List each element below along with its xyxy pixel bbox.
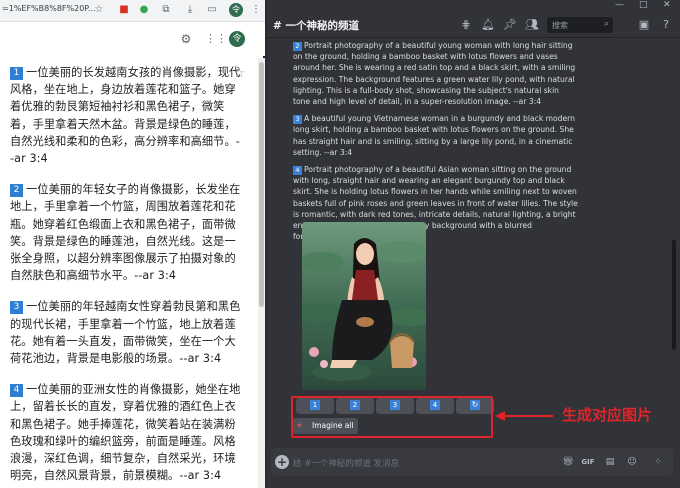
message-text: A beautiful young Vietnamese woman in a … (293, 114, 575, 157)
close-icon[interactable]: ✕ (663, 0, 671, 12)
annotation-arrow (495, 411, 553, 421)
help-icon[interactable]: ? (659, 18, 673, 32)
generated-image[interactable] (302, 222, 426, 390)
search-icon: ⌕ (603, 19, 609, 29)
emoji-icon[interactable]: ☺ (625, 455, 639, 469)
account-avatar[interactable]: 令 (229, 31, 245, 47)
prompt-text: 一位美丽的亚洲女性的肖像摄影，她坐在地上，留着长长的直发，穿着优雅的酒红色上衣和… (10, 383, 241, 483)
annotation-highlight-box (291, 396, 493, 438)
message-paragraph: 2 Portrait photography of a beautiful you… (293, 40, 578, 107)
prompt-item: 4 一位美丽的亚洲女性的肖像摄影，她坐在地上，留着长长的直发，穿着优雅的酒红色上衣… (10, 381, 244, 484)
screen: =1%EF%B8%8F%20P... ☆ ■ ● ⧉ ⤓ ▭ 令 ⋮ ⚙ ⋮⋮ … (0, 0, 680, 488)
sidepanel-icon[interactable]: ▭ (206, 4, 218, 16)
prompt-text: 一位美丽的长发越南女孩的肖像摄影，现代风格，坐在地上，身边放着莲花和篮子。她穿着… (10, 66, 241, 166)
message-composer[interactable]: + 给 #一个神秘的频道 发消息 🎁︎ GIF ▤ ☺ ⁘ (271, 448, 673, 476)
number-badge: 2 (293, 42, 302, 51)
menu-icon[interactable]: ⋮ (250, 4, 262, 16)
number-badge: 2 (10, 184, 23, 198)
extension-red-icon[interactable]: ■ (118, 4, 130, 16)
number-badge: 4 (10, 384, 23, 398)
prompt-item: 1 一位美丽的长发越南女孩的肖像摄影，现代风格，坐在地上，身边放着莲花和篮子。她穿… (10, 64, 244, 167)
message-scrollbar[interactable] (671, 40, 677, 440)
page-toolbar: ⚙ ⋮⋮ 令 (0, 22, 265, 56)
message-paragraph: 3A beautiful young Vietnamese woman in a… (293, 113, 578, 158)
puzzle-icon[interactable]: ⧉ (160, 4, 172, 16)
gif-icon[interactable]: GIF (581, 455, 595, 469)
prompt-text: 一位美丽的年轻女子的肖像摄影，长发坐在地上，手里拿着一个竹篮，周围放着莲花和花瓶… (10, 183, 241, 283)
star-icon[interactable]: ☆ (93, 4, 105, 16)
members-icon[interactable]: 👥︎ (525, 18, 539, 32)
prompt-text: 一位美丽的年轻越南女性穿着勃艮第和黑色的现代长裙，手里拿着一个竹篮，地上放着莲花… (10, 300, 241, 366)
number-badge: 1 (10, 67, 23, 80)
threads-icon[interactable]: ⋕ (459, 18, 473, 32)
apps-grid-icon[interactable]: ⋮⋮ (205, 33, 227, 45)
number-badge: 4 (293, 166, 302, 176)
maximize-icon[interactable]: □ (639, 0, 648, 12)
plus-icon[interactable]: + (275, 455, 289, 469)
prompt-list: 1 一位美丽的长发越南女孩的肖像摄影，现代风格，坐在地上，身边放着莲花和篮子。她穿… (0, 58, 258, 488)
search-input[interactable]: 搜索 ⌕ (547, 17, 613, 33)
composer-placeholder[interactable]: 给 #一个神秘的频道 发消息 (293, 457, 399, 469)
search-placeholder: 搜索 (552, 21, 568, 30)
prompt-item: 3 一位美丽的年轻越南女性穿着勃艮第和黑色的现代长裙，手里拿着一个竹篮，地上放着莲… (10, 298, 244, 367)
profile-avatar[interactable]: 令 (229, 3, 243, 17)
prompt-item: 2 一位美丽的年轻女子的肖像摄影，长发坐在地上，手里拿着一个竹篮，周围放着莲花和花… (10, 181, 244, 284)
minimize-icon[interactable]: — (615, 0, 624, 12)
extension-green-icon[interactable]: ● (138, 4, 150, 16)
scrollbar[interactable] (258, 58, 265, 488)
channel-header: # 一个神秘的频道 ⋕ 🔔︎ 📌︎ 👥︎ 搜索 ⌕ ▣ ? (267, 12, 680, 38)
apps-icon[interactable]: ⁘ (651, 455, 665, 469)
bookmark-star-icon[interactable]: ☆ (233, 66, 245, 81)
url-text[interactable]: =1%EF%B8%8F%20P... (2, 4, 96, 13)
sticker-icon[interactable]: ▤ (603, 455, 617, 469)
settings-gear-icon[interactable]: ⚙ (180, 33, 192, 45)
bell-icon[interactable]: 🔔︎ (481, 18, 495, 32)
browser-pane: =1%EF%B8%8F%20P... ☆ ■ ● ⧉ ⤓ ▭ 令 ⋮ ⚙ ⋮⋮ … (0, 0, 265, 488)
message-scrollbar-thumb[interactable] (672, 240, 676, 350)
channel-title: # 一个神秘的频道 (273, 20, 359, 32)
number-badge: 3 (10, 301, 23, 315)
scrollbar-thumb[interactable] (259, 62, 264, 307)
message-text: Portrait photography of a beautiful youn… (293, 41, 576, 107)
annotation-label: 生成对应图片 (562, 406, 653, 424)
discord-pane: — □ ✕ # 一个神秘的频道 ⋕ 🔔︎ 📌︎ 👥︎ 搜索 ⌕ ▣ ? 2 Por… (267, 0, 680, 488)
number-badge: 3 (293, 115, 302, 125)
pin-icon[interactable]: 📌︎ (503, 18, 517, 32)
download-icon[interactable]: ⤓ (184, 4, 196, 16)
inbox-icon[interactable]: ▣ (637, 18, 651, 32)
gift-icon[interactable]: 🎁︎ (561, 455, 575, 469)
portrait-photo (302, 222, 426, 390)
address-bar[interactable]: =1%EF%B8%8F%20P... ☆ ■ ● ⧉ ⤓ ▭ 令 ⋮ (0, 0, 265, 22)
